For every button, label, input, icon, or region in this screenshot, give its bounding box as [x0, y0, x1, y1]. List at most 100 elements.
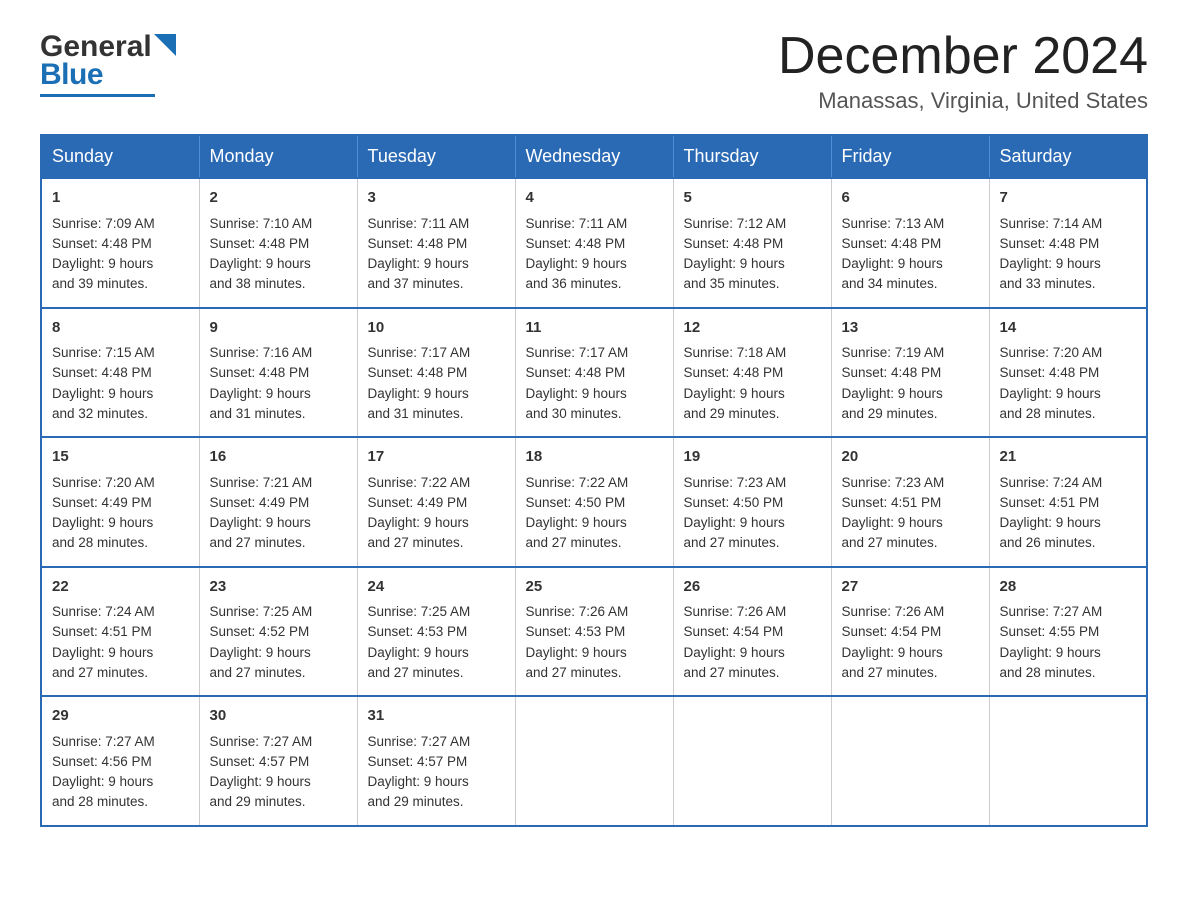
- sunset-label: Sunset: 4:48 PM: [842, 236, 942, 251]
- daylight-value: and 28 minutes.: [1000, 665, 1096, 680]
- sunrise-label: Sunrise: 7:26 AM: [842, 604, 945, 619]
- sunset-label: Sunset: 4:48 PM: [684, 236, 784, 251]
- daylight-value: and 32 minutes.: [52, 406, 148, 421]
- daylight-label: Daylight: 9 hours: [1000, 256, 1101, 271]
- calendar-week-row: 22Sunrise: 7:24 AMSunset: 4:51 PMDayligh…: [41, 567, 1147, 697]
- calendar-cell: 21Sunrise: 7:24 AMSunset: 4:51 PMDayligh…: [989, 437, 1147, 567]
- day-number: 4: [526, 187, 663, 210]
- daylight-label: Daylight: 9 hours: [526, 515, 627, 530]
- sunset-label: Sunset: 4:50 PM: [684, 495, 784, 510]
- sunset-label: Sunset: 4:56 PM: [52, 754, 152, 769]
- daylight-label: Daylight: 9 hours: [368, 386, 469, 401]
- sunset-label: Sunset: 4:54 PM: [842, 624, 942, 639]
- daylight-label: Daylight: 9 hours: [684, 515, 785, 530]
- day-number: 25: [526, 576, 663, 599]
- calendar-cell: 24Sunrise: 7:25 AMSunset: 4:53 PMDayligh…: [357, 567, 515, 697]
- daylight-value: and 29 minutes.: [210, 794, 306, 809]
- calendar-cell: 9Sunrise: 7:16 AMSunset: 4:48 PMDaylight…: [199, 308, 357, 438]
- daylight-value: and 27 minutes.: [368, 665, 464, 680]
- sunrise-label: Sunrise: 7:20 AM: [1000, 345, 1103, 360]
- sunrise-label: Sunrise: 7:23 AM: [684, 475, 787, 490]
- sunset-label: Sunset: 4:51 PM: [1000, 495, 1100, 510]
- daylight-label: Daylight: 9 hours: [210, 386, 311, 401]
- sunrise-label: Sunrise: 7:13 AM: [842, 216, 945, 231]
- page-header: General Blue December 2024 Manassas, Vir…: [40, 30, 1148, 114]
- day-number: 3: [368, 187, 505, 210]
- day-number: 18: [526, 446, 663, 469]
- day-number: 11: [526, 317, 663, 340]
- calendar-cell: 17Sunrise: 7:22 AMSunset: 4:49 PMDayligh…: [357, 437, 515, 567]
- daylight-label: Daylight: 9 hours: [842, 256, 943, 271]
- sunset-label: Sunset: 4:48 PM: [52, 236, 152, 251]
- calendar-cell: 6Sunrise: 7:13 AMSunset: 4:48 PMDaylight…: [831, 178, 989, 308]
- daylight-label: Daylight: 9 hours: [526, 386, 627, 401]
- daylight-value: and 27 minutes.: [842, 535, 938, 550]
- sunset-label: Sunset: 4:50 PM: [526, 495, 626, 510]
- day-number: 10: [368, 317, 505, 340]
- calendar-cell: 27Sunrise: 7:26 AMSunset: 4:54 PMDayligh…: [831, 567, 989, 697]
- sunrise-label: Sunrise: 7:25 AM: [210, 604, 313, 619]
- daylight-label: Daylight: 9 hours: [210, 645, 311, 660]
- day-number: 24: [368, 576, 505, 599]
- sunrise-label: Sunrise: 7:27 AM: [368, 734, 471, 749]
- day-number: 5: [684, 187, 821, 210]
- sunrise-label: Sunrise: 7:19 AM: [842, 345, 945, 360]
- sunrise-label: Sunrise: 7:27 AM: [1000, 604, 1103, 619]
- daylight-label: Daylight: 9 hours: [842, 515, 943, 530]
- day-number: 16: [210, 446, 347, 469]
- daylight-label: Daylight: 9 hours: [1000, 386, 1101, 401]
- sunset-label: Sunset: 4:53 PM: [526, 624, 626, 639]
- day-number: 8: [52, 317, 189, 340]
- daylight-value: and 27 minutes.: [526, 665, 622, 680]
- sunset-label: Sunset: 4:48 PM: [1000, 365, 1100, 380]
- sunset-label: Sunset: 4:57 PM: [368, 754, 468, 769]
- day-number: 12: [684, 317, 821, 340]
- daylight-label: Daylight: 9 hours: [1000, 515, 1101, 530]
- sunrise-label: Sunrise: 7:11 AM: [526, 216, 628, 231]
- daylight-value: and 38 minutes.: [210, 276, 306, 291]
- day-number: 22: [52, 576, 189, 599]
- calendar-cell: 13Sunrise: 7:19 AMSunset: 4:48 PMDayligh…: [831, 308, 989, 438]
- daylight-label: Daylight: 9 hours: [1000, 645, 1101, 660]
- daylight-label: Daylight: 9 hours: [368, 515, 469, 530]
- daylight-value: and 29 minutes.: [684, 406, 780, 421]
- sunrise-label: Sunrise: 7:27 AM: [52, 734, 155, 749]
- sunset-label: Sunset: 4:48 PM: [52, 365, 152, 380]
- sunrise-label: Sunrise: 7:24 AM: [52, 604, 155, 619]
- sunrise-label: Sunrise: 7:22 AM: [368, 475, 471, 490]
- calendar-cell: 4Sunrise: 7:11 AMSunset: 4:48 PMDaylight…: [515, 178, 673, 308]
- calendar-cell: 22Sunrise: 7:24 AMSunset: 4:51 PMDayligh…: [41, 567, 199, 697]
- daylight-value: and 26 minutes.: [1000, 535, 1096, 550]
- sunset-label: Sunset: 4:53 PM: [368, 624, 468, 639]
- daylight-value: and 27 minutes.: [684, 535, 780, 550]
- daylight-value: and 27 minutes.: [842, 665, 938, 680]
- sunrise-label: Sunrise: 7:21 AM: [210, 475, 313, 490]
- calendar-cell: 1Sunrise: 7:09 AMSunset: 4:48 PMDaylight…: [41, 178, 199, 308]
- calendar-cell: 29Sunrise: 7:27 AMSunset: 4:56 PMDayligh…: [41, 696, 199, 826]
- daylight-value: and 39 minutes.: [52, 276, 148, 291]
- col-header-sunday: Sunday: [41, 135, 199, 178]
- day-number: 30: [210, 705, 347, 728]
- daylight-value: and 27 minutes.: [684, 665, 780, 680]
- col-header-tuesday: Tuesday: [357, 135, 515, 178]
- col-header-friday: Friday: [831, 135, 989, 178]
- logo-triangle-icon: [154, 34, 176, 56]
- month-title: December 2024: [778, 30, 1148, 82]
- calendar-cell: 8Sunrise: 7:15 AMSunset: 4:48 PMDaylight…: [41, 308, 199, 438]
- col-header-saturday: Saturday: [989, 135, 1147, 178]
- daylight-value: and 29 minutes.: [368, 794, 464, 809]
- daylight-label: Daylight: 9 hours: [368, 645, 469, 660]
- calendar-week-row: 15Sunrise: 7:20 AMSunset: 4:49 PMDayligh…: [41, 437, 1147, 567]
- sunset-label: Sunset: 4:49 PM: [52, 495, 152, 510]
- sunrise-label: Sunrise: 7:15 AM: [52, 345, 155, 360]
- sunrise-label: Sunrise: 7:24 AM: [1000, 475, 1103, 490]
- calendar-cell: 19Sunrise: 7:23 AMSunset: 4:50 PMDayligh…: [673, 437, 831, 567]
- sunrise-label: Sunrise: 7:16 AM: [210, 345, 313, 360]
- logo-underline: [40, 94, 155, 97]
- sunset-label: Sunset: 4:48 PM: [684, 365, 784, 380]
- sunset-label: Sunset: 4:48 PM: [210, 236, 310, 251]
- daylight-label: Daylight: 9 hours: [842, 386, 943, 401]
- daylight-label: Daylight: 9 hours: [684, 386, 785, 401]
- sunrise-label: Sunrise: 7:23 AM: [842, 475, 945, 490]
- calendar-cell: 10Sunrise: 7:17 AMSunset: 4:48 PMDayligh…: [357, 308, 515, 438]
